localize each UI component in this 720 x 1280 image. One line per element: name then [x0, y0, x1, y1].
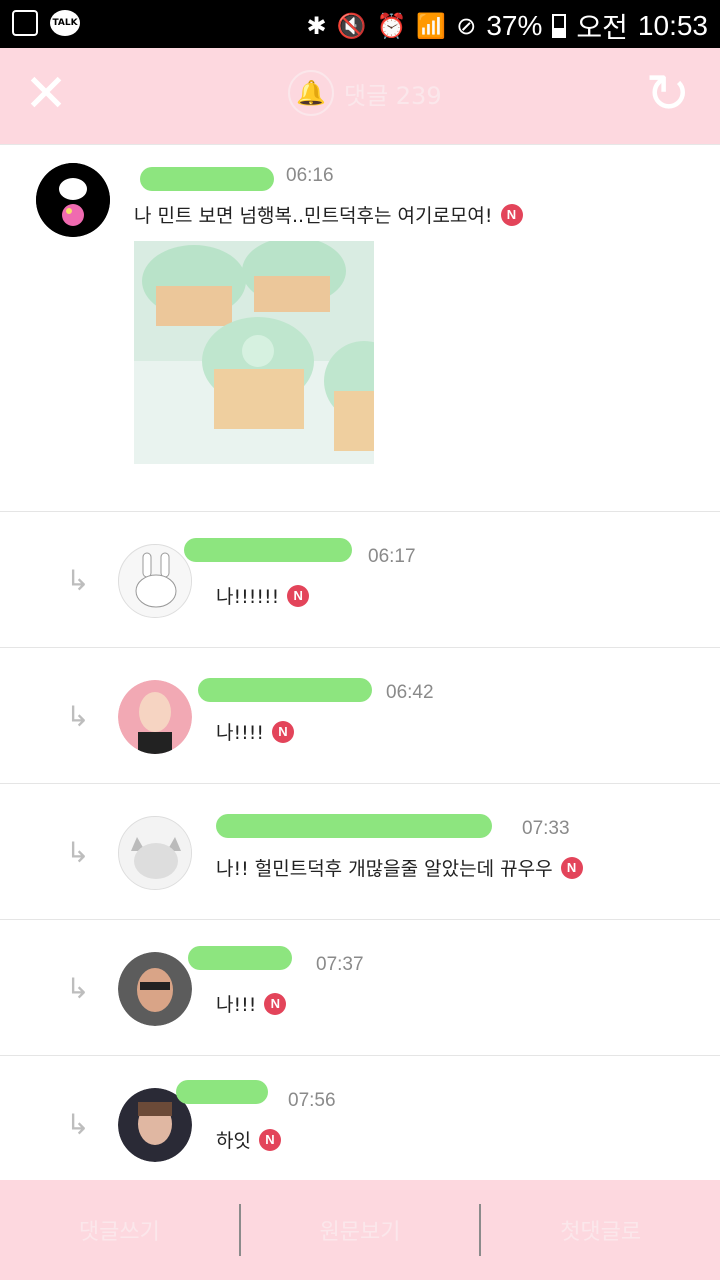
kakaotalk-icon: TALK: [50, 10, 80, 36]
reply-item[interactable]: ↳ 06:17 나!!!!!! N: [0, 512, 720, 648]
reply-item[interactable]: ↳ 07:56 하잇 N: [0, 1056, 720, 1180]
reply-arrow-icon: ↳: [66, 972, 90, 1005]
comment-text: 나 민트 보면 넘행복..민트덕후는 여기로모여!: [134, 205, 493, 227]
avatar[interactable]: [36, 163, 110, 237]
reply-arrow-icon: ↳: [66, 700, 90, 733]
wifi-icon: 📶: [416, 12, 447, 40]
battery-percent: 37%: [486, 10, 543, 41]
username-redacted: [184, 538, 352, 562]
clock-ampm: 오전: [576, 12, 628, 43]
username-redacted: [188, 946, 292, 970]
status-bar: TALK ✱ 🔇 ⏰ 📶 ⊘ 37% 오전 10:53: [0, 0, 720, 48]
comment-count-title: 댓글 239: [344, 81, 442, 110]
view-original-button[interactable]: 원문보기: [241, 1180, 480, 1280]
new-badge: N: [258, 1128, 281, 1151]
reply-arrow-icon: ↳: [66, 1108, 90, 1141]
username-redacted: [140, 167, 274, 191]
comment-text-row: 나!! 헐민트덕후 개많을줄 알았는데 뀨우우 N: [216, 854, 583, 881]
battery-icon: [552, 14, 567, 38]
comments-header: ✕ 🔔 댓글 239 ↻: [0, 48, 720, 144]
comment-text: 나!!!!!!: [216, 586, 280, 608]
comment-time: 06:16: [286, 165, 334, 186]
comment-image[interactable]: [134, 241, 374, 464]
comment-item[interactable]: 06:16 나 민트 보면 넘행복..민트덕후는 여기로모여! N: [0, 145, 720, 512]
first-comment-button[interactable]: 첫댓글로: [481, 1180, 720, 1280]
no-signal-icon: ⊘: [456, 12, 477, 40]
comment-time: 06:42: [386, 682, 434, 703]
alarm-icon: ⏰: [376, 12, 407, 40]
avatar[interactable]: [118, 680, 192, 754]
comment-text-row: 나 민트 보면 넘행복..민트덕후는 여기로모여! N: [134, 201, 523, 228]
bluetooth-icon: ✱: [306, 12, 327, 40]
reply-arrow-icon: ↳: [66, 836, 90, 869]
comment-time: 07:56: [288, 1090, 336, 1111]
avatar[interactable]: [118, 816, 192, 890]
new-badge: N: [500, 203, 523, 226]
write-comment-button[interactable]: 댓글쓰기: [0, 1180, 239, 1280]
reply-arrow-icon: ↳: [66, 564, 90, 597]
gallery-icon: [12, 10, 38, 36]
comment-text-row: 나!!! N: [216, 990, 287, 1017]
comment-time: 07:33: [522, 818, 570, 839]
comment-text: 하잇: [216, 1130, 251, 1152]
mute-icon: 🔇: [336, 12, 367, 40]
comment-list[interactable]: 06:16 나 민트 보면 넘행복..민트덕후는 여기로모여! N ↳ 06:1…: [0, 144, 720, 1180]
reply-item[interactable]: ↳ 06:42 나!!!! N: [0, 648, 720, 784]
comment-time: 07:37: [316, 954, 364, 975]
comment-text-row: 하잇 N: [216, 1126, 281, 1153]
new-badge: N: [264, 992, 287, 1015]
comment-text-row: 나!!!! N: [216, 718, 294, 745]
avatar[interactable]: [118, 952, 192, 1026]
avatar[interactable]: [118, 544, 192, 618]
comment-text: 나!! 헐민트덕후 개많을줄 알았는데 뀨우우: [216, 858, 553, 880]
comment-text-row: 나!!!!!! N: [216, 582, 310, 609]
username-redacted: [176, 1080, 268, 1104]
username-redacted: [216, 814, 492, 838]
close-button[interactable]: ✕: [22, 68, 70, 120]
bell-icon[interactable]: 🔔: [288, 70, 334, 116]
comment-text: 나!!!!: [216, 722, 264, 744]
bottom-action-bar: 댓글쓰기 원문보기 첫댓글로: [0, 1180, 720, 1280]
refresh-button[interactable]: ↻: [640, 66, 696, 122]
new-badge: N: [287, 584, 310, 607]
username-redacted: [198, 678, 372, 702]
new-badge: N: [560, 856, 583, 879]
new-badge: N: [271, 720, 294, 743]
reply-item[interactable]: ↳ 07:37 나!!! N: [0, 920, 720, 1056]
reply-item[interactable]: ↳ 07:33 나!! 헐민트덕후 개많을줄 알았는데 뀨우우 N: [0, 784, 720, 920]
clock-time: 10:53: [637, 10, 708, 41]
comment-time: 06:17: [368, 546, 416, 567]
comment-text: 나!!!: [216, 994, 257, 1016]
